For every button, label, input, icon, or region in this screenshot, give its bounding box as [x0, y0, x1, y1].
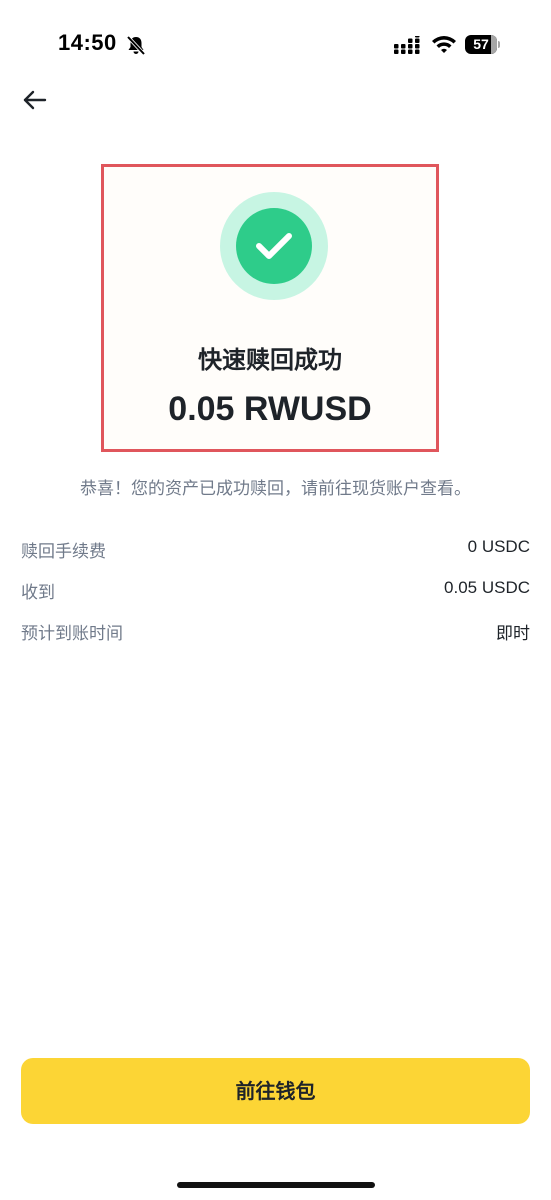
- status-bar: 14:50 57: [0, 0, 551, 90]
- status-time: 14:50: [58, 30, 117, 55]
- check-circle-icon: [236, 208, 312, 284]
- go-to-wallet-button[interactable]: 前往钱包: [21, 1058, 530, 1124]
- result-amount: 0.05 RWUSD: [168, 390, 372, 428]
- home-indicator[interactable]: [177, 1182, 375, 1188]
- result-message: 恭喜！您的资产已成功赎回，请前往现货账户查看。: [80, 479, 471, 499]
- wifi-icon: [431, 34, 457, 58]
- detail-label: 收到: [21, 583, 55, 603]
- detail-label: 赎回手续费: [21, 542, 106, 562]
- detail-row-received: 收到 0.05 USDC: [21, 578, 530, 604]
- detail-row-fee: 赎回手续费 0 USDC: [21, 537, 530, 563]
- back-button[interactable]: [22, 87, 48, 113]
- bell-muted-icon: [125, 34, 147, 60]
- detail-label: 预计到账时间: [21, 624, 123, 644]
- detail-value: 0 USDC: [467, 537, 530, 556]
- result-title: 快速赎回成功: [198, 346, 342, 374]
- battery-level: 57: [473, 36, 489, 52]
- detail-row-arrival-time: 预计到账时间 即时: [21, 619, 530, 645]
- arrow-left-icon: [23, 90, 47, 110]
- detail-value: 0.05 USDC: [444, 578, 530, 597]
- detail-value: 即时: [496, 624, 530, 644]
- battery-icon: 57: [465, 35, 500, 54]
- signal-icon: [394, 33, 422, 58]
